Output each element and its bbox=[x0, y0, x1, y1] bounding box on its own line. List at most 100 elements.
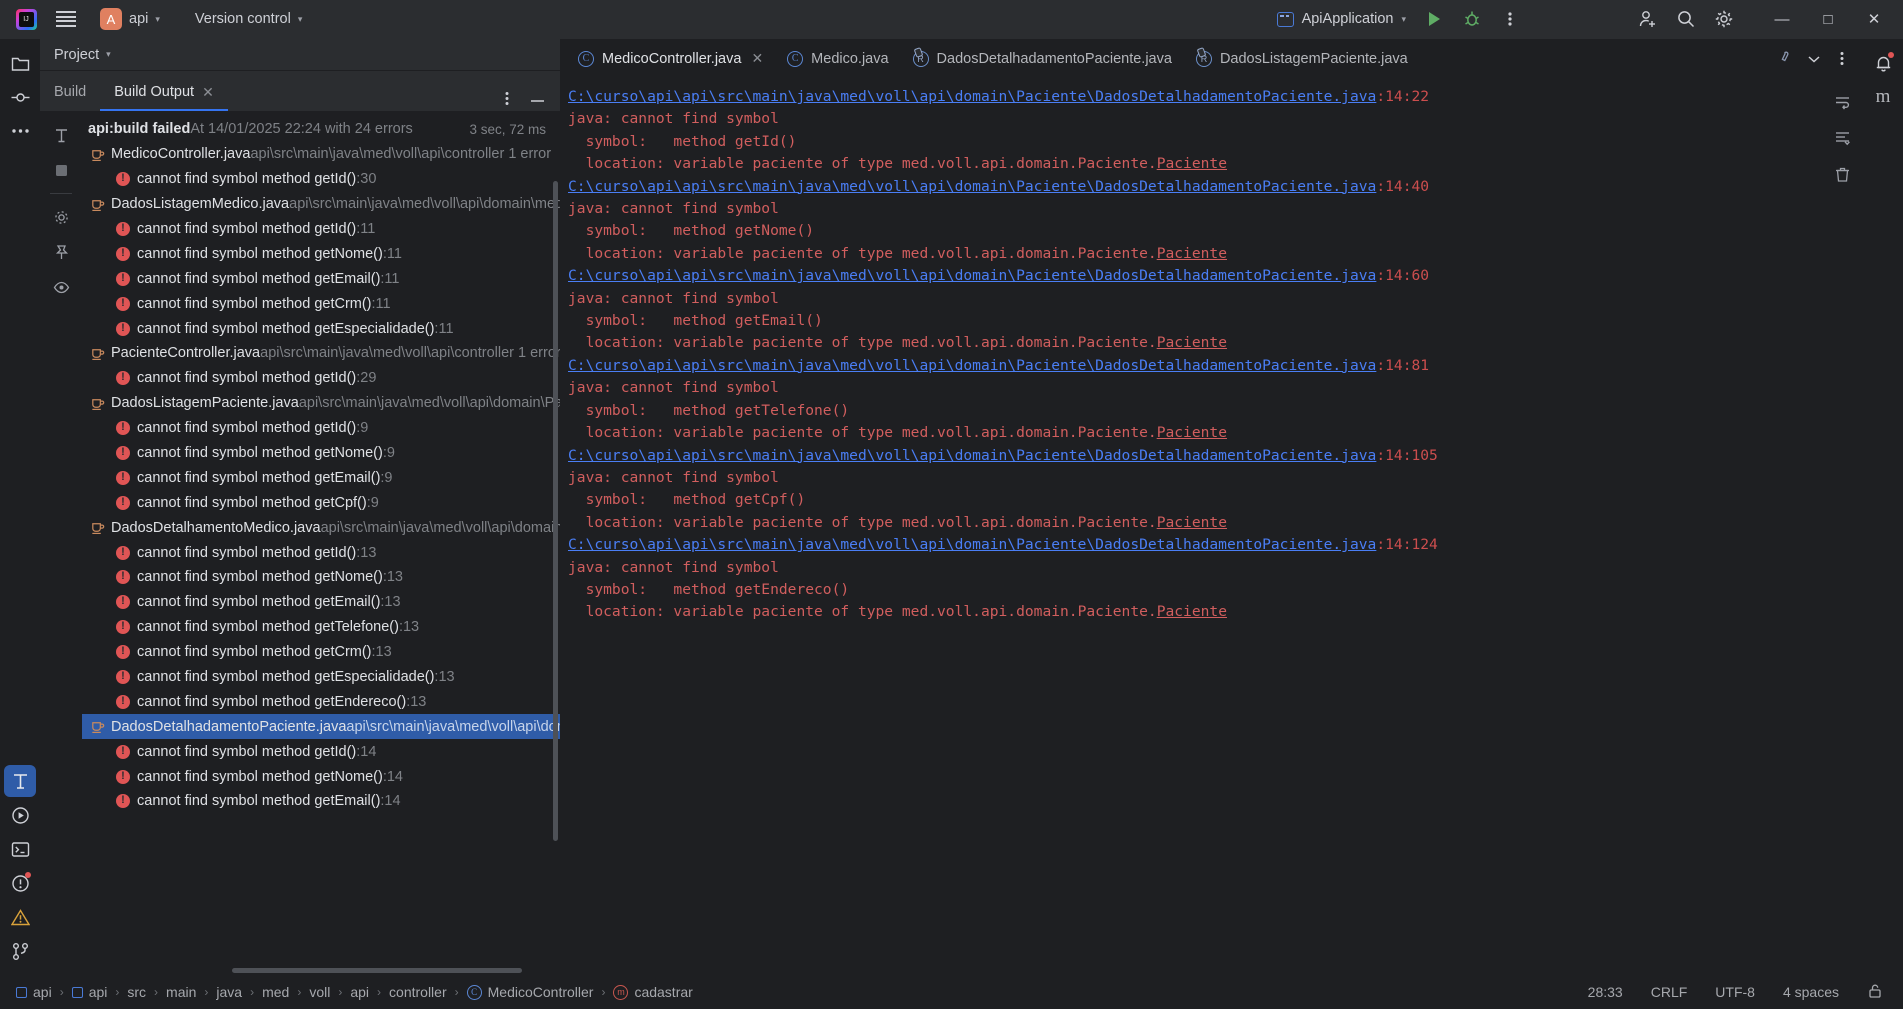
tree-error-row[interactable]: cannot find symbol method getId() :11 bbox=[82, 217, 560, 242]
console-path-line[interactable]: C:\curso\api\api\src\main\java\med\voll\… bbox=[568, 265, 1821, 287]
tree-error-row[interactable]: cannot find symbol method getId() :9 bbox=[82, 416, 560, 441]
tree-vertical-scrollbar[interactable] bbox=[553, 181, 558, 841]
tree-file-row[interactable]: DadosListagemMedico.java api\src\main\ja… bbox=[82, 192, 560, 217]
tree-error-row[interactable]: cannot find symbol method getNome() :14 bbox=[82, 764, 560, 789]
minimize-button[interactable]: — bbox=[1759, 0, 1805, 39]
console-path-line[interactable]: C:\curso\api\api\src\main\java\med\voll\… bbox=[568, 534, 1821, 556]
caret-position[interactable]: 28:33 bbox=[1584, 982, 1627, 1002]
breadcrumb-item-src[interactable]: src bbox=[121, 982, 152, 1002]
tree-error-row[interactable]: cannot find symbol method getId() :13 bbox=[82, 540, 560, 565]
close-icon[interactable]: ✕ bbox=[751, 50, 763, 67]
breadcrumb-item-voll[interactable]: voll bbox=[303, 982, 336, 1002]
indent-setting[interactable]: 4 spaces bbox=[1779, 982, 1843, 1002]
tree-file-row[interactable]: PacienteController.java api\src\main\jav… bbox=[82, 341, 560, 366]
hamburger-icon[interactable] bbox=[46, 0, 86, 39]
tree-file-row[interactable]: MedicoController.java api\src\main\java\… bbox=[82, 142, 560, 167]
version-control-tool-icon[interactable] bbox=[4, 935, 36, 967]
notifications-icon[interactable] bbox=[1867, 47, 1899, 79]
tree-horizontal-scrollbar[interactable] bbox=[232, 968, 522, 973]
editor-tab-1[interactable]: C Medico.java bbox=[775, 39, 900, 78]
build-tool-icon[interactable] bbox=[4, 765, 36, 797]
commit-tool-icon[interactable] bbox=[4, 81, 36, 113]
tree-error-row[interactable]: cannot find symbol method getEndereco() … bbox=[82, 689, 560, 714]
more-vertical-icon[interactable] bbox=[1829, 46, 1855, 72]
maximize-button[interactable]: □ bbox=[1805, 0, 1851, 39]
run-icon[interactable] bbox=[1415, 2, 1453, 36]
more-tools-icon[interactable] bbox=[4, 115, 36, 147]
project-selector[interactable]: A api ▾ bbox=[92, 5, 168, 33]
settings-icon[interactable] bbox=[47, 203, 75, 231]
tree-error-row[interactable]: cannot find symbol method getEmail() :14 bbox=[82, 789, 560, 814]
rerun-build-icon[interactable] bbox=[47, 121, 75, 149]
breadcrumb-item-med[interactable]: med bbox=[256, 982, 295, 1002]
gear-icon[interactable] bbox=[1705, 2, 1743, 36]
version-control-selector[interactable]: Version control ▾ bbox=[186, 8, 311, 30]
more-vertical-icon[interactable] bbox=[494, 85, 520, 111]
tree-error-row[interactable]: cannot find symbol method getCrm() :11 bbox=[82, 291, 560, 316]
tree-error-row[interactable]: cannot find symbol method getId() :29 bbox=[82, 366, 560, 391]
build-summary-row[interactable]: api: build failed At 14/01/2025 22:24 wi… bbox=[82, 117, 560, 142]
tree-error-row[interactable]: cannot find symbol method getId() :30 bbox=[82, 167, 560, 192]
console-file-link[interactable]: C:\curso\api\api\src\main\java\med\voll\… bbox=[568, 178, 1376, 195]
more-vertical-icon[interactable] bbox=[1491, 2, 1529, 36]
eye-icon[interactable] bbox=[47, 273, 75, 301]
build-output-console[interactable]: C:\curso\api\api\src\main\java\med\voll\… bbox=[560, 78, 1821, 975]
search-icon[interactable] bbox=[1667, 2, 1705, 36]
close-icon[interactable]: ✕ bbox=[202, 84, 214, 101]
terminal-tool-icon[interactable] bbox=[4, 833, 36, 865]
breadcrumb-item-api[interactable]: api bbox=[344, 982, 375, 1002]
chevron-down-icon[interactable] bbox=[1801, 46, 1827, 72]
tab-build[interactable]: Build bbox=[40, 73, 100, 111]
console-file-link[interactable]: C:\curso\api\api\src\main\java\med\voll\… bbox=[568, 267, 1376, 284]
tree-error-row[interactable]: cannot find symbol method getId() :14 bbox=[82, 739, 560, 764]
build-output-tree[interactable]: api: build failed At 14/01/2025 22:24 wi… bbox=[82, 111, 560, 975]
pin-icon[interactable] bbox=[1773, 46, 1799, 72]
breadcrumb-item-api[interactable]: api bbox=[66, 982, 114, 1002]
breadcrumb-item-controller[interactable]: controller bbox=[383, 982, 453, 1002]
tree-error-row[interactable]: cannot find symbol method getEspecialida… bbox=[82, 665, 560, 690]
unlocked-icon[interactable] bbox=[1863, 981, 1887, 1004]
problems-tool-icon[interactable] bbox=[4, 867, 36, 899]
breadcrumb-item-java[interactable]: java bbox=[210, 982, 248, 1002]
project-header[interactable]: Project ▾ bbox=[40, 39, 560, 71]
file-encoding[interactable]: UTF-8 bbox=[1711, 982, 1759, 1002]
console-path-line[interactable]: C:\curso\api\api\src\main\java\med\voll\… bbox=[568, 355, 1821, 377]
console-file-link[interactable]: C:\curso\api\api\src\main\java\med\voll\… bbox=[568, 536, 1376, 553]
breadcrumb-item-MedicoController[interactable]: C MedicoController bbox=[461, 982, 600, 1002]
tree-file-row[interactable]: DadosDetalhadamentoPaciente.java api\src… bbox=[82, 714, 560, 740]
close-button[interactable]: ✕ bbox=[1851, 0, 1897, 39]
stop-icon[interactable] bbox=[47, 156, 75, 184]
editor-tab-0[interactable]: C MedicoController.java ✕ bbox=[566, 39, 775, 78]
tree-error-row[interactable]: cannot find symbol method getEmail() :13 bbox=[82, 590, 560, 615]
run-configuration-selector[interactable]: ApiApplication ▾ bbox=[1268, 8, 1415, 30]
breadcrumb-item-main[interactable]: main bbox=[160, 982, 202, 1002]
warnings-icon[interactable] bbox=[4, 901, 36, 933]
tree-file-row[interactable]: DadosListagemPaciente.java api\src\main\… bbox=[82, 391, 560, 416]
chevron-down-icon[interactable]: ▾ bbox=[106, 49, 111, 60]
console-path-line[interactable]: C:\curso\api\api\src\main\java\med\voll\… bbox=[568, 445, 1821, 467]
console-path-line[interactable]: C:\curso\api\api\src\main\java\med\voll\… bbox=[568, 176, 1821, 198]
console-file-link[interactable]: C:\curso\api\api\src\main\java\med\voll\… bbox=[568, 88, 1376, 105]
tree-error-row[interactable]: cannot find symbol method getEmail() :9 bbox=[82, 465, 560, 490]
tree-error-row[interactable]: cannot find symbol method getNome() :11 bbox=[82, 241, 560, 266]
line-separator[interactable]: CRLF bbox=[1647, 982, 1692, 1002]
debug-icon[interactable] bbox=[1453, 2, 1491, 36]
tree-error-row[interactable]: cannot find symbol method getNome() :9 bbox=[82, 441, 560, 466]
maven-icon[interactable]: m bbox=[1867, 81, 1899, 113]
project-tool-icon[interactable] bbox=[4, 47, 36, 79]
tree-error-row[interactable]: cannot find symbol method getNome() :13 bbox=[82, 565, 560, 590]
scroll-to-end-icon[interactable] bbox=[1828, 124, 1856, 152]
breadcrumb-item-cadastrar[interactable]: m cadastrar bbox=[607, 982, 698, 1002]
tree-file-row[interactable]: DadosDetalhamentoMedico.java api\src\mai… bbox=[82, 515, 560, 540]
console-file-link[interactable]: C:\curso\api\api\src\main\java\med\voll\… bbox=[568, 357, 1376, 374]
breadcrumb-item-api[interactable]: api bbox=[10, 982, 58, 1002]
editor-tab-2[interactable]: R DadosDetalhadamentoPaciente.java bbox=[901, 39, 1184, 78]
tree-error-row[interactable]: cannot find symbol method getTelefone() … bbox=[82, 615, 560, 640]
wrap-text-icon[interactable] bbox=[1828, 88, 1856, 116]
tab-build-output[interactable]: Build Output ✕ bbox=[100, 73, 228, 111]
pin-icon[interactable] bbox=[47, 238, 75, 266]
tree-error-row[interactable]: cannot find symbol method getCrm() :13 bbox=[82, 640, 560, 665]
console-file-link[interactable]: C:\curso\api\api\src\main\java\med\voll\… bbox=[568, 447, 1376, 464]
add-user-icon[interactable] bbox=[1629, 2, 1667, 36]
minimize-icon[interactable] bbox=[524, 85, 550, 111]
